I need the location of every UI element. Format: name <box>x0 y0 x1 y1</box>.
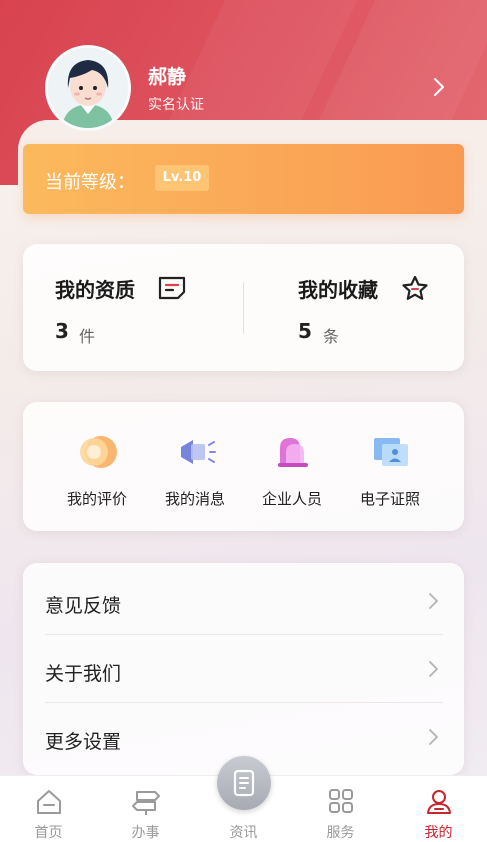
chevron-right-icon <box>423 659 443 679</box>
my-favorites[interactable]: 我的收藏 5 条 <box>244 244 464 371</box>
shortcut-my-reviews[interactable]: 我的评价 <box>47 402 147 531</box>
shortcut-label: 电子证照 <box>359 490 420 508</box>
shortcut-label: 我的消息 <box>164 490 225 508</box>
stat-title: 我的资质 <box>55 278 135 302</box>
level-badge: Lv.10 <box>155 165 209 191</box>
shortcut-label: 企业人员 <box>261 490 322 508</box>
level-card[interactable]: 当前等级： Lv.10 <box>23 144 464 214</box>
tab-affairs[interactable]: 办事 <box>97 776 194 842</box>
tab-home[interactable]: 首页 <box>0 776 97 842</box>
stat-unit: 条 <box>323 327 340 346</box>
megaphone-icon <box>173 430 219 474</box>
stat-value: 3 <box>55 319 69 343</box>
news-center-button[interactable] <box>217 756 271 810</box>
menu-card: 意见反馈 关于我们 更多设置 <box>23 563 464 775</box>
profile-chevron-right-icon[interactable] <box>428 76 450 98</box>
verification-status[interactable]: 实名认证 <box>148 94 204 114</box>
menu-item-label: 更多设置 <box>45 731 122 753</box>
tab-label: 我的 <box>424 825 453 841</box>
stat-value: 5 <box>298 319 312 343</box>
signpost-icon <box>131 788 161 816</box>
menu-item-about-us[interactable]: 关于我们 <box>23 635 464 703</box>
chevron-right-icon <box>423 727 443 747</box>
avatar[interactable] <box>45 45 131 131</box>
tab-label: 首页 <box>34 825 63 841</box>
shortcut-enterprise-staff[interactable]: 企业人员 <box>242 402 342 531</box>
news-icon <box>231 768 257 798</box>
stat-title: 我的收藏 <box>298 278 378 302</box>
stats-card: 我的资质 3 件 我的收藏 5 条 <box>23 244 464 371</box>
certificate-icon <box>157 275 187 301</box>
user-name: 郝静 <box>148 66 187 88</box>
home-icon <box>34 788 64 816</box>
menu-item-label: 意见反馈 <box>45 595 122 617</box>
shortcut-my-messages[interactable]: 我的消息 <box>145 402 245 531</box>
grid-icon <box>326 788 356 816</box>
review-icon <box>75 430 121 474</box>
star-icon <box>400 274 430 302</box>
stat-unit: 件 <box>79 327 96 346</box>
level-label: 当前等级： <box>45 172 135 193</box>
shortcuts-card: 我的评价 我的消息 企业人员 电子证照 <box>23 402 464 531</box>
tab-label: 资讯 <box>229 825 258 841</box>
e-license-icon <box>368 430 414 474</box>
shortcut-label: 我的评价 <box>66 490 127 508</box>
tab-services[interactable]: 服务 <box>292 776 389 842</box>
menu-item-label: 关于我们 <box>45 663 122 685</box>
my-qualifications[interactable]: 我的资质 3 件 <box>23 244 243 371</box>
enterprise-staff-icon <box>270 430 316 474</box>
tab-label: 服务 <box>326 825 355 841</box>
tab-label: 办事 <box>131 825 160 841</box>
tab-mine[interactable]: 我的 <box>390 776 487 842</box>
menu-item-feedback[interactable]: 意见反馈 <box>23 567 464 635</box>
user-icon <box>424 788 454 816</box>
shortcut-e-license[interactable]: 电子证照 <box>340 402 440 531</box>
chevron-right-icon <box>423 591 443 611</box>
